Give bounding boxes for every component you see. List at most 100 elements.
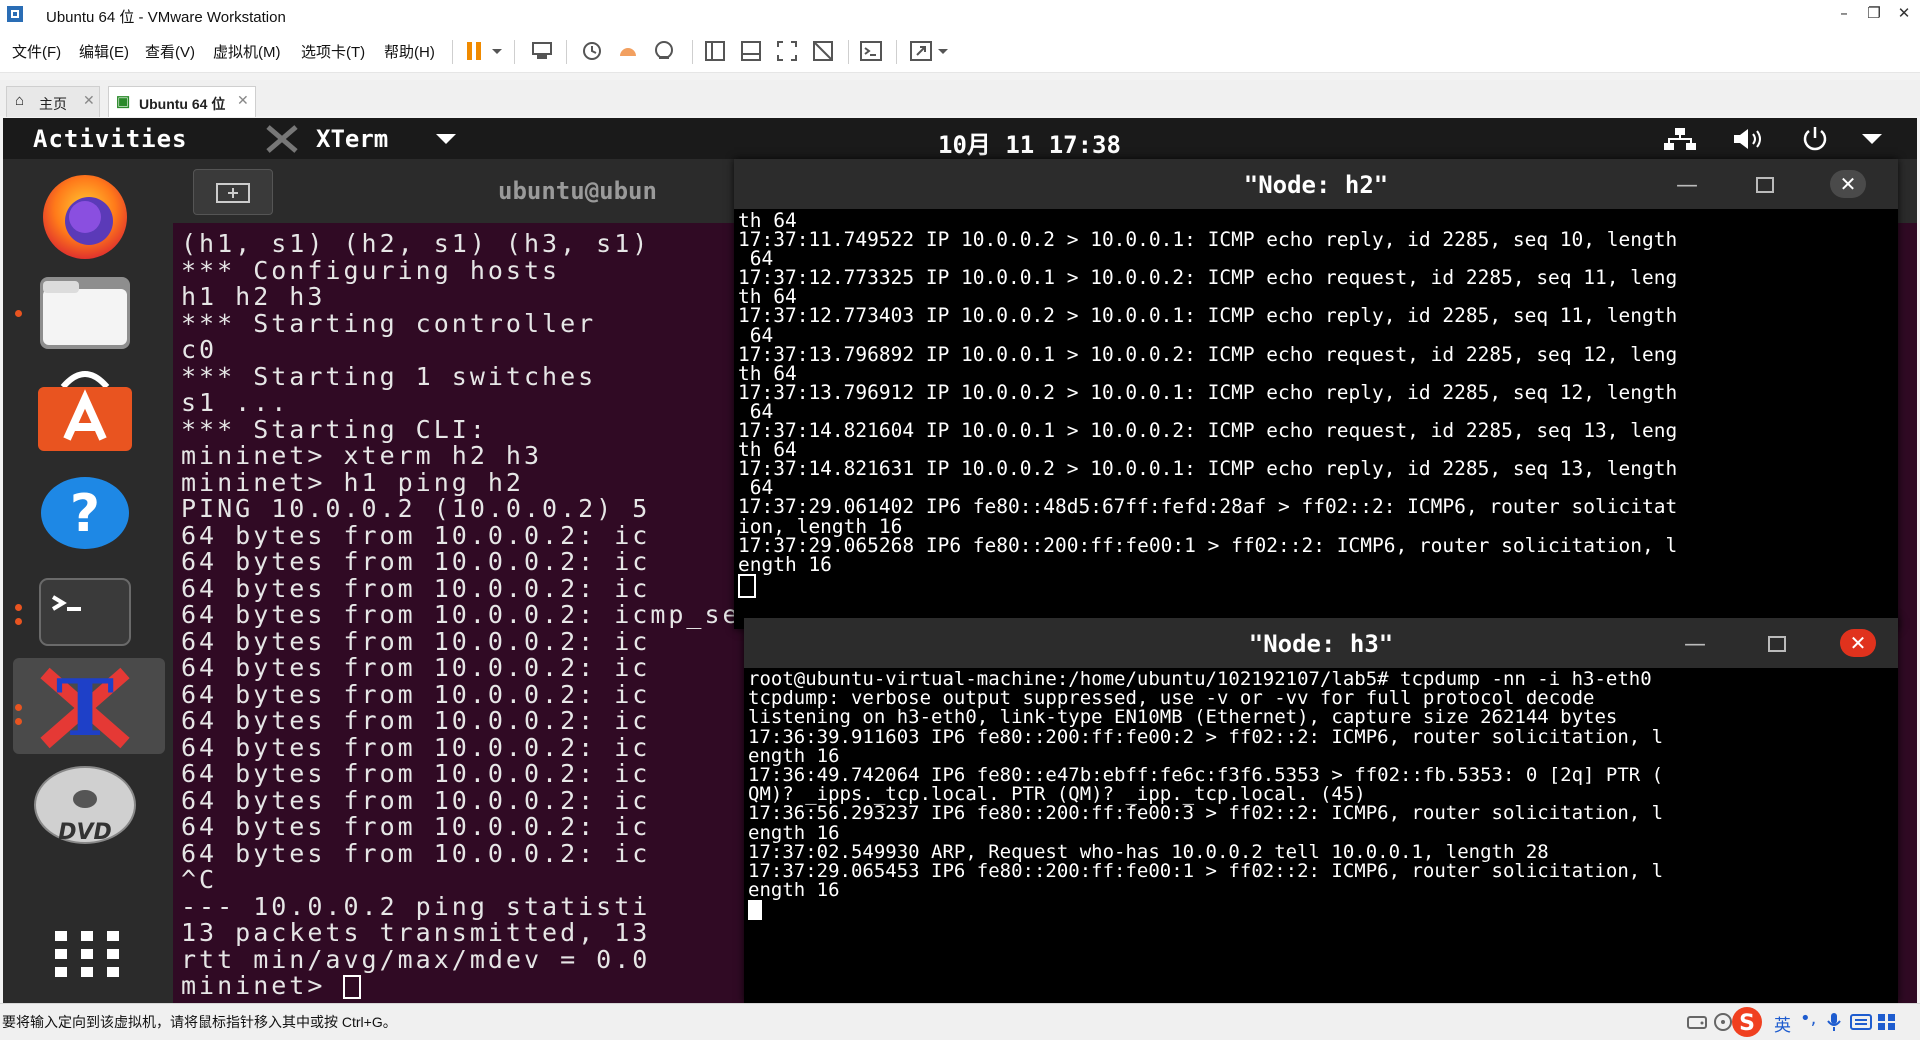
terminal-line: 17:36:39.911603 IP6 fe80::200:ff:fe00:2 … bbox=[748, 725, 1664, 748]
fullscreen-icon[interactable] bbox=[774, 38, 800, 64]
clock[interactable]: 10月 11 17:38 bbox=[938, 125, 1121, 160]
toolbar-separator bbox=[692, 40, 693, 64]
guest-display[interactable]: Activities XTerm 10月 11 17:38 ? T DVD ub… bbox=[3, 118, 1917, 1003]
activities-button[interactable]: Activities bbox=[33, 125, 188, 153]
close-icon[interactable]: ✕ bbox=[1892, 4, 1916, 22]
terminal-line: 17:37:29.065453 IP6 fe80::200:ff:fe00:1 … bbox=[748, 860, 1664, 883]
punctuation-icon[interactable]: •, bbox=[1800, 1008, 1816, 1029]
close-icon[interactable]: ✕ bbox=[1830, 170, 1866, 198]
vmware-statusbar: 要将输入定向到该虚拟机，请将鼠标指针移入其中或按 Ctrl+G。 S 英 •, bbox=[0, 1003, 1920, 1040]
ubuntu-dock: ? T DVD bbox=[3, 159, 173, 1003]
dvd-icon[interactable]: DVD bbox=[15, 759, 155, 851]
menu-tabs[interactable]: 选项卡(T) bbox=[301, 41, 365, 62]
terminal-line: 17:37:14.821604 IP 10.0.0.1 > 10.0.0.2: … bbox=[738, 419, 1678, 443]
close-icon[interactable]: ✕ bbox=[1840, 629, 1876, 657]
keyboard-icon[interactable] bbox=[1850, 1012, 1872, 1032]
xterm-h3-titlebar[interactable]: "Node: h3" — ✕ bbox=[744, 618, 1898, 668]
thumbnail-view-icon[interactable] bbox=[738, 38, 764, 64]
terminal-prompt-line[interactable] bbox=[738, 573, 1677, 598]
tab-home[interactable]: ⌂ 主页 ✕ bbox=[6, 86, 100, 117]
svg-text:DVD: DVD bbox=[58, 820, 112, 845]
stretch-dropdown-icon[interactable] bbox=[936, 38, 950, 64]
terminal-line: listening on h3-eth0, link-type EN10MB (… bbox=[748, 706, 1618, 729]
terminal-line: ength 16 bbox=[738, 552, 832, 576]
xterm-node-h2[interactable]: "Node: h2" — ✕ th 64 17:37:11.749522 IP 1… bbox=[734, 159, 1898, 629]
ubuntu-software-icon[interactable] bbox=[15, 365, 155, 457]
terminal-line: 17:37:29.061402 IP6 fe80::48d5:67ff:fefd… bbox=[738, 495, 1678, 519]
vm-running-icon: ▣ bbox=[116, 93, 131, 110]
menu-file[interactable]: 文件(F) bbox=[12, 41, 61, 62]
terminal-line: 17:37:13.796892 IP 10.0.0.1 > 10.0.0.2: … bbox=[738, 342, 1678, 366]
maximize-icon[interactable] bbox=[1768, 636, 1786, 652]
help-icon[interactable]: ? bbox=[15, 465, 155, 557]
tab-close-icon[interactable]: ✕ bbox=[237, 92, 249, 109]
minimize-icon[interactable]: — bbox=[1676, 173, 1698, 198]
xterm-icon[interactable]: T bbox=[15, 661, 155, 753]
files-icon[interactable] bbox=[15, 267, 155, 359]
gnome-topbar: Activities XTerm 10月 11 17:38 bbox=[3, 118, 1917, 159]
terminal-line: ion, length 16 bbox=[738, 514, 903, 538]
hard-disk-icon[interactable] bbox=[1686, 1012, 1708, 1032]
svg-text:?: ? bbox=[70, 484, 100, 544]
pause-icon[interactable] bbox=[462, 38, 488, 64]
microphone-icon[interactable] bbox=[1826, 1011, 1842, 1033]
toolbar-separator bbox=[896, 40, 897, 64]
menu-edit[interactable]: 编辑(E) bbox=[79, 41, 129, 62]
terminal-line: th 64 bbox=[738, 361, 797, 385]
ime-language-label[interactable]: 英 bbox=[1774, 1011, 1791, 1036]
xterm-h3-title: "Node: h3" bbox=[1248, 630, 1394, 658]
xterm-h2-titlebar[interactable]: "Node: h2" — ✕ bbox=[734, 159, 1898, 209]
sogou-input-icon[interactable]: S bbox=[1730, 1006, 1764, 1038]
volume-icon[interactable] bbox=[1731, 126, 1769, 152]
network-icon[interactable] bbox=[1661, 126, 1699, 152]
terminal-line: ength 16 bbox=[748, 879, 840, 902]
tab-close-icon[interactable]: ✕ bbox=[83, 92, 95, 109]
terminal-line: ength 16 bbox=[748, 821, 840, 844]
tab-ubuntu-label: Ubuntu 64 位 bbox=[139, 96, 226, 112]
new-tab-button[interactable] bbox=[193, 169, 273, 215]
vmware-logo-icon bbox=[7, 6, 23, 22]
xterm-h2-title: "Node: h2" bbox=[1243, 171, 1389, 199]
stretch-view-icon[interactable] bbox=[908, 38, 934, 64]
send-keys-icon[interactable] bbox=[529, 38, 555, 64]
menu-vm[interactable]: 虚拟机(M) bbox=[213, 41, 281, 62]
maximize-icon[interactable] bbox=[1756, 177, 1774, 193]
menu-help[interactable]: 帮助(H) bbox=[384, 41, 435, 62]
unity-mode-icon[interactable] bbox=[810, 38, 836, 64]
minimize-icon[interactable]: – bbox=[1832, 4, 1856, 22]
snapshot-manager-icon[interactable] bbox=[651, 38, 677, 64]
power-icon[interactable] bbox=[1799, 125, 1831, 153]
terminal-line: 17:37:11.749522 IP 10.0.0.2 > 10.0.0.1: … bbox=[738, 228, 1678, 252]
minimize-icon[interactable]: — bbox=[1684, 632, 1706, 657]
restore-icon[interactable]: ❐ bbox=[1862, 4, 1886, 22]
terminal-line: 17:37:12.773325 IP 10.0.0.1 > 10.0.0.2: … bbox=[738, 266, 1678, 290]
xterm-h2-output: th 64 17:37:11.749522 IP 10.0.0.2 > 10.0.… bbox=[738, 211, 1677, 598]
app-menu-title[interactable]: XTerm bbox=[316, 125, 388, 153]
terminal-line: 64 bbox=[738, 323, 774, 347]
svg-text:S: S bbox=[1739, 1011, 1755, 1036]
snapshot-icon[interactable] bbox=[579, 38, 605, 64]
tab-ubuntu[interactable]: ▣ Ubuntu 64 位 ✕ bbox=[108, 86, 256, 117]
tab-home-label: 主页 bbox=[39, 96, 67, 112]
library-view-icon[interactable] bbox=[702, 38, 728, 64]
toolbar-separator bbox=[848, 40, 849, 64]
vmware-menubar: 文件(F) 编辑(E) 查看(V) 虚拟机(M) 选项卡(T) 帮助(H) bbox=[0, 30, 1920, 73]
terminal-prompt-line[interactable] bbox=[748, 900, 1663, 921]
revert-snapshot-icon[interactable] bbox=[615, 38, 641, 64]
svg-text:T: T bbox=[56, 663, 114, 753]
menu-view[interactable]: 查看(V) bbox=[145, 41, 195, 62]
new-tab-icon bbox=[216, 183, 250, 203]
terminal-line: 17:36:56.293237 IP6 fe80::200:ff:fe00:3 … bbox=[748, 802, 1664, 825]
app-menu-chevron-icon[interactable] bbox=[435, 132, 457, 146]
xterm-app-icon bbox=[266, 125, 298, 153]
xterm-node-h3[interactable]: "Node: h3" — ✕ root@ubuntu-virtual-machi… bbox=[744, 618, 1898, 1003]
show-applications-icon[interactable] bbox=[53, 929, 123, 979]
terminal-prompt: mininet> bbox=[181, 971, 344, 1000]
terminal-icon[interactable] bbox=[15, 567, 155, 659]
system-menu-chevron-icon[interactable] bbox=[1861, 132, 1883, 146]
pause-dropdown-icon[interactable] bbox=[490, 38, 504, 64]
toolbox-icon[interactable] bbox=[1876, 1012, 1898, 1032]
console-view-icon[interactable] bbox=[858, 38, 884, 64]
firefox-icon[interactable] bbox=[15, 171, 155, 263]
text-cursor bbox=[748, 900, 762, 921]
